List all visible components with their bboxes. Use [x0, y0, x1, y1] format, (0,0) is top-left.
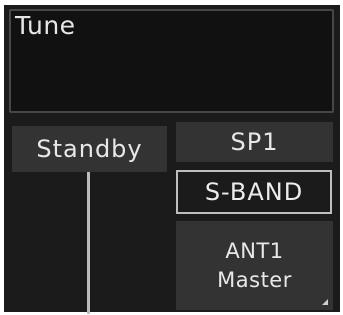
antenna-name-label: ANT1 — [225, 238, 284, 263]
antenna-master-button[interactable]: ANT1 Master — [176, 221, 333, 310]
antenna-role-label: Master — [217, 267, 292, 292]
band-button[interactable]: S-BAND — [176, 170, 332, 214]
tune-label: Tune — [15, 11, 76, 40]
standby-button[interactable]: Standby — [12, 126, 167, 172]
tune-indicator-line — [87, 172, 90, 314]
tune-panel[interactable]: Tune — [9, 9, 334, 113]
menu-corner-icon — [322, 299, 328, 305]
pulse-sp1-button[interactable]: SP1 — [176, 122, 333, 162]
